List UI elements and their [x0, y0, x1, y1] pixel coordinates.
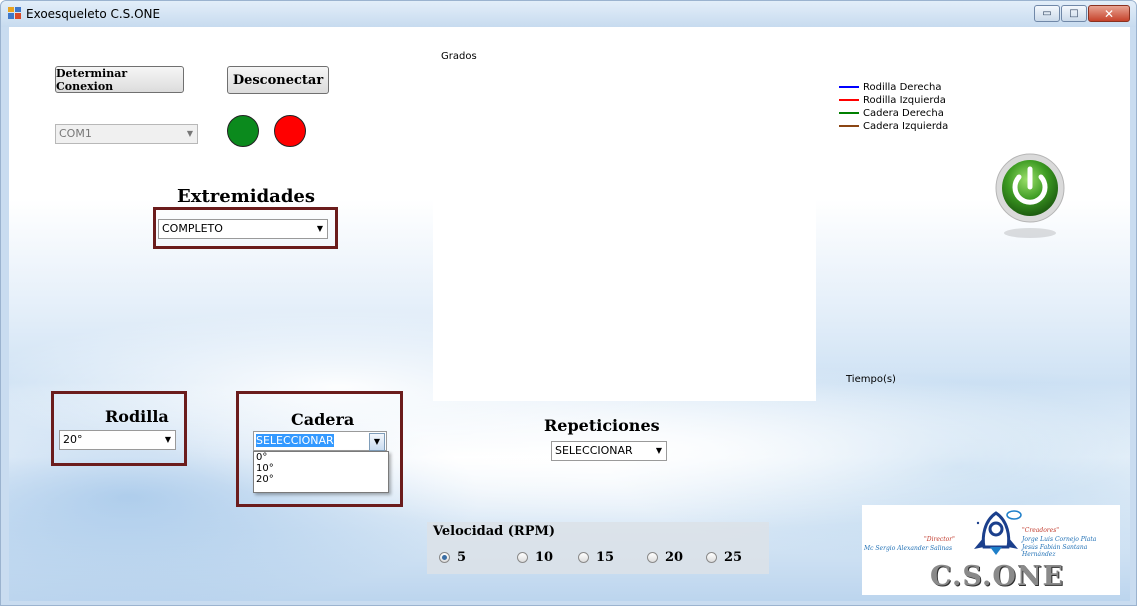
legend-item: Cadera Derecha	[839, 107, 948, 120]
logo-card: "Director" Mc Sergio Alexander Salinas "…	[862, 505, 1120, 595]
legend-label: Cadera Derecha	[863, 108, 944, 119]
maximize-icon: □	[1069, 8, 1079, 19]
radio-button-icon[interactable]	[517, 552, 528, 563]
rodilla-select[interactable]: 20° ▼	[59, 430, 176, 450]
legend-swatch	[839, 125, 859, 127]
minimize-button[interactable]: ▭	[1034, 5, 1060, 22]
radio-button-icon[interactable]	[647, 552, 658, 563]
director-name: Mc Sergio Alexander Salinas	[864, 545, 953, 552]
legend-swatch	[839, 86, 859, 88]
radio-button-icon[interactable]	[706, 552, 717, 563]
legend-swatch	[839, 112, 859, 114]
cadera-dropdown-list: 0° 10° 20°	[253, 451, 389, 493]
chevron-down-icon: ▼	[164, 435, 171, 444]
chart-legend: Rodilla Derecha Rodilla Izquierda Cadera D…	[839, 81, 948, 133]
disconnected-indicator	[274, 115, 306, 147]
velocidad-panel: Velocidad (RPM) 5 10 15 20 25	[427, 522, 769, 574]
velocidad-radio-label: 25	[724, 550, 743, 565]
legend-label: Rodilla Derecha	[863, 82, 942, 93]
client-area: Determinar Conexion Desconectar COM1 ▼ E…	[9, 27, 1130, 601]
radio-button-icon[interactable]	[439, 552, 450, 563]
rodilla-title: Rodilla	[105, 407, 169, 426]
chevron-down-icon: ▼	[316, 224, 323, 233]
repeticiones-select-value: SELECCIONAR	[555, 444, 633, 457]
app-icon	[8, 7, 21, 19]
velocidad-radio-20[interactable]: 20	[647, 550, 683, 565]
velocidad-radio-15[interactable]: 15	[578, 550, 614, 565]
legend-label: Rodilla Izquierda	[863, 95, 946, 106]
chevron-down-icon: ▼	[655, 446, 662, 455]
determine-connection-button[interactable]: Determinar Conexion	[55, 66, 184, 93]
brand-name: C.S.ONE	[930, 561, 1065, 592]
extremidades-select-value: COMPLETO	[162, 222, 223, 235]
disconnect-button[interactable]: Desconectar	[227, 66, 329, 94]
power-icon[interactable]	[995, 153, 1065, 241]
extremidades-title: Extremidades	[177, 186, 316, 207]
legend-item: Cadera Izquierda	[839, 120, 948, 133]
chevron-down-icon: ▼	[186, 129, 193, 138]
window-title: Exoesqueleto C.S.ONE	[26, 7, 161, 21]
repeticiones-select[interactable]: SELECCIONAR ▼	[551, 441, 667, 461]
legend-swatch	[839, 99, 859, 101]
velocidad-radio-label: 15	[596, 550, 615, 565]
velocidad-radio-label: 5	[457, 550, 467, 565]
maximize-button[interactable]: □	[1061, 5, 1087, 22]
legend-item: Rodilla Izquierda	[839, 94, 948, 107]
chevron-down-icon: ▼	[369, 433, 385, 451]
repeticiones-title: Repeticiones	[544, 416, 660, 435]
creator-2-name: Jesús Fabián Santana Hernández	[1022, 544, 1088, 558]
radio-button-icon[interactable]	[578, 552, 589, 563]
cadera-select-value: SELECCIONAR	[256, 434, 334, 447]
app-window: Exoesqueleto C.S.ONE ▭ □ ✕ Determinar Co…	[0, 0, 1137, 606]
chart-y-label: Grados	[441, 51, 477, 62]
cadera-option[interactable]: 0°	[254, 452, 388, 463]
velocidad-radio-25[interactable]: 25	[706, 550, 742, 565]
cadera-select[interactable]: SELECCIONAR ▼	[253, 431, 387, 451]
velocidad-radio-10[interactable]: 10	[517, 550, 553, 565]
minimize-icon: ▭	[1042, 8, 1052, 19]
title-bar[interactable]: Exoesqueleto C.S.ONE ▭ □ ✕	[1, 1, 1136, 27]
port-select[interactable]: COM1 ▼	[55, 124, 198, 144]
velocidad-radio-label: 20	[665, 550, 684, 565]
creator-1-name: Jorge Luis Cornejo Plata	[1022, 536, 1097, 543]
cadera-option[interactable]: 20°	[254, 474, 388, 485]
rodilla-frame	[51, 391, 187, 466]
port-select-value: COM1	[59, 127, 92, 140]
close-icon: ✕	[1103, 6, 1115, 21]
extremidades-select[interactable]: COMPLETO ▼	[158, 219, 328, 239]
velocidad-radio-5[interactable]: 5	[439, 550, 466, 565]
creators-title: "Creadores"	[1022, 527, 1060, 534]
chart-x-label: Tiempo(s)	[846, 374, 896, 385]
rodilla-select-value: 20°	[63, 433, 83, 446]
director-title: "Director"	[924, 536, 955, 543]
legend-label: Cadera Izquierda	[863, 121, 949, 132]
close-button[interactable]: ✕	[1088, 5, 1130, 22]
legend-item: Rodilla Derecha	[839, 81, 948, 94]
connected-indicator	[227, 115, 259, 147]
angle-chart	[433, 47, 816, 401]
velocidad-radio-label: 10	[535, 550, 554, 565]
velocidad-title: Velocidad (RPM)	[433, 524, 556, 539]
cadera-title: Cadera	[291, 410, 355, 429]
rocket-logo-icon	[974, 510, 1022, 555]
cadera-option[interactable]: 10°	[254, 463, 388, 474]
